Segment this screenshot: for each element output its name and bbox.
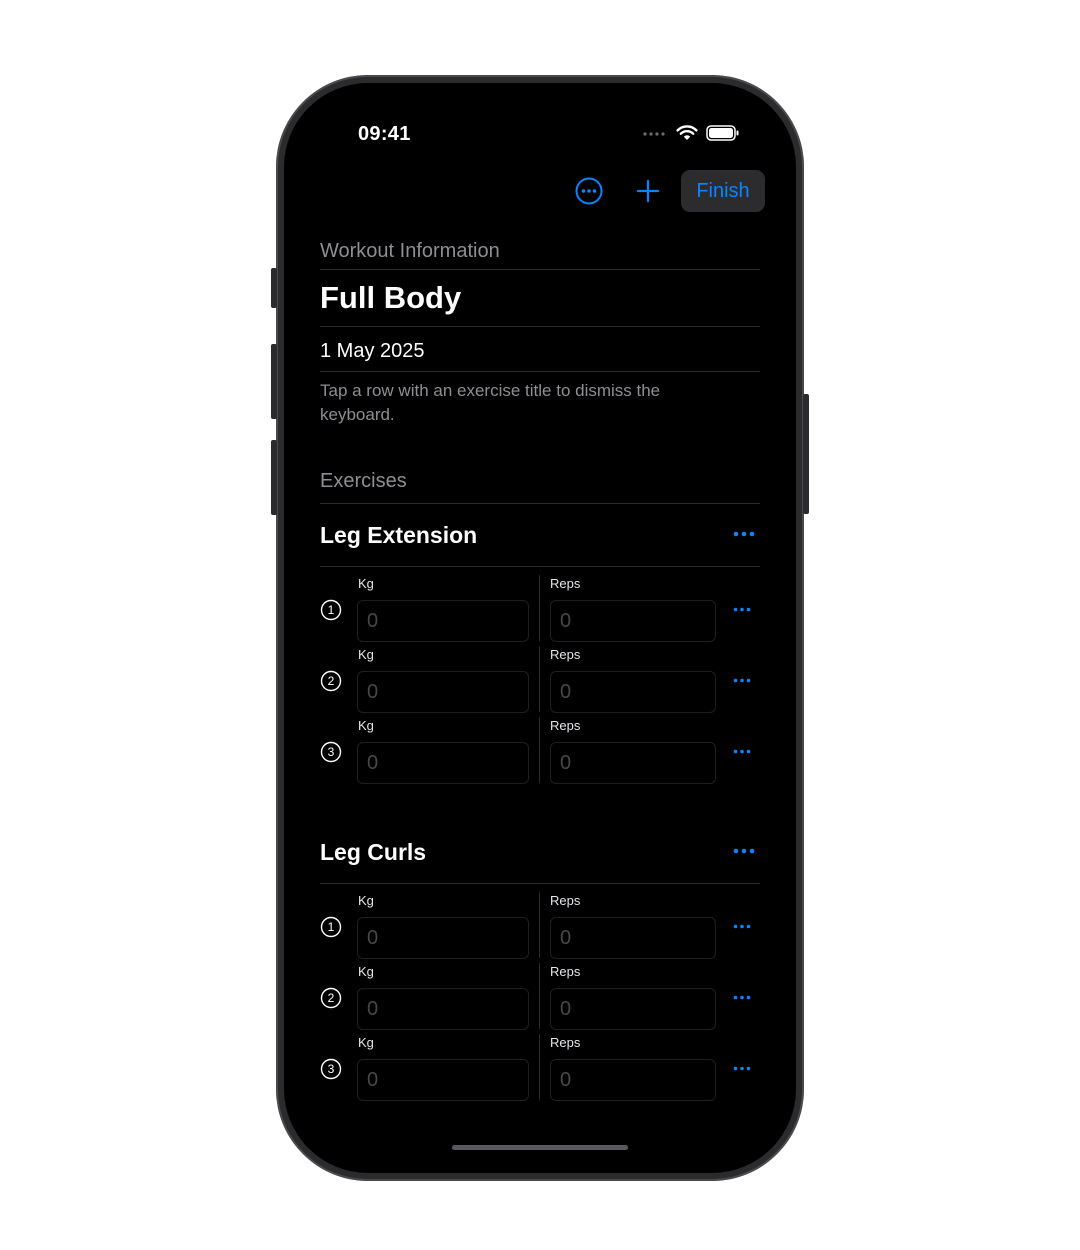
battery-icon (706, 125, 739, 141)
screen: 09:41 Finish Workout Information Full Bo… (284, 83, 796, 1173)
reps-label: Reps (550, 893, 581, 908)
exercise-title: Leg Curls (320, 839, 427, 865)
reps-input[interactable]: 0 (550, 671, 716, 713)
reps-input[interactable]: 0 (550, 742, 716, 784)
exercise-card: Leg Curls 1 Kg 0 Reps 0 2 Kg 0 Reps 0 3 … (320, 821, 760, 1101)
exercise-card: Leg Extension 1 Kg 0 Reps 0 2 Kg 0 Reps … (320, 504, 760, 784)
set-number-3-icon: 3 (320, 741, 342, 763)
wifi-icon (676, 125, 698, 140)
set-more-button[interactable] (732, 1058, 752, 1078)
kg-label: Kg (358, 718, 374, 733)
ellipsis-icon (733, 848, 755, 854)
kg-input[interactable]: 0 (357, 917, 529, 959)
reps-label: Reps (550, 647, 581, 662)
kg-label: Kg (358, 647, 374, 662)
kg-input[interactable]: 0 (357, 1059, 529, 1101)
set-number: 3 (328, 1062, 335, 1076)
kg-label: Kg (358, 964, 374, 979)
column-divider (539, 963, 540, 1029)
workout-date-field[interactable]: 1 May 2025 (320, 327, 760, 371)
status-icons (642, 125, 740, 141)
exercises-header: Exercises (320, 470, 407, 492)
action-button (271, 268, 277, 308)
kg-label: Kg (358, 893, 374, 908)
set-more-button[interactable] (732, 916, 752, 936)
more-options-button[interactable] (568, 170, 610, 212)
reps-label: Reps (550, 1035, 581, 1050)
ellipsis-icon (733, 924, 751, 928)
set-row: 2 Kg 0 Reps 0 (320, 638, 760, 713)
set-number: 2 (328, 991, 335, 1005)
set-row: 3 Kg 0 Reps 0 (320, 709, 760, 784)
reps-label: Reps (550, 576, 581, 591)
reps-input[interactable]: 0 (550, 988, 716, 1030)
set-row: 3 Kg 0 Reps 0 (320, 1026, 760, 1101)
add-exercise-button[interactable] (627, 170, 669, 212)
set-row: 1 Kg 0 Reps 0 (320, 567, 760, 642)
column-divider (539, 892, 540, 958)
plus-icon (636, 179, 660, 203)
workout-info-header: Workout Information (320, 240, 500, 262)
ellipsis-icon (733, 678, 751, 682)
exercise-header-row[interactable]: Leg Extension (320, 504, 760, 566)
kg-label: Kg (358, 576, 374, 591)
column-divider (539, 717, 540, 783)
set-row: 1 Kg 0 Reps 0 (320, 884, 760, 959)
set-number-1-icon: 1 (320, 599, 342, 621)
set-number: 2 (328, 674, 335, 688)
ellipsis-icon (733, 607, 751, 611)
volume-down-button (271, 440, 277, 515)
set-number: 1 (328, 603, 335, 617)
column-divider (539, 1034, 540, 1100)
toolbar: Finish (284, 170, 796, 212)
set-number: 3 (328, 745, 335, 759)
set-number-3-icon: 3 (320, 1058, 342, 1080)
set-more-button[interactable] (732, 599, 752, 619)
reps-input[interactable]: 0 (550, 917, 716, 959)
set-number-2-icon: 2 (320, 987, 342, 1009)
finish-button[interactable]: Finish (681, 170, 765, 212)
workout-title-field[interactable]: Full Body (320, 270, 760, 326)
status-time: 09:41 (358, 123, 411, 145)
kg-input[interactable]: 0 (357, 988, 529, 1030)
cellular-signal-icon (643, 132, 665, 136)
set-number-1-icon: 1 (320, 916, 342, 938)
exercise-more-button[interactable] (732, 841, 756, 861)
exercise-more-button[interactable] (732, 524, 756, 544)
volume-up-button (271, 344, 277, 419)
exercise-title: Leg Extension (320, 522, 478, 548)
reps-input[interactable]: 0 (550, 600, 716, 642)
kg-input[interactable]: 0 (357, 742, 529, 784)
ellipsis-icon (733, 995, 751, 999)
kg-input[interactable]: 0 (357, 671, 529, 713)
home-indicator[interactable] (452, 1145, 628, 1150)
reps-input[interactable]: 0 (550, 1059, 716, 1101)
kg-label: Kg (358, 1035, 374, 1050)
set-number: 1 (328, 920, 335, 934)
reps-label: Reps (550, 964, 581, 979)
column-divider (539, 575, 540, 641)
workout-form: Workout Information Full Body 1 May 2025… (320, 233, 760, 1101)
set-row: 2 Kg 0 Reps 0 (320, 955, 760, 1030)
ellipsis-icon (733, 1066, 751, 1070)
power-button (803, 394, 809, 514)
ellipsis-icon (733, 531, 755, 537)
keyboard-hint-text: Tap a row with an exercise title to dism… (320, 381, 661, 424)
reps-label: Reps (550, 718, 581, 733)
kg-input[interactable]: 0 (357, 600, 529, 642)
column-divider (539, 646, 540, 712)
ellipsis-circle-icon (575, 177, 603, 205)
set-more-button[interactable] (732, 670, 752, 690)
set-more-button[interactable] (732, 987, 752, 1007)
exercise-header-row[interactable]: Leg Curls (320, 821, 760, 883)
ellipsis-icon (733, 749, 751, 753)
set-more-button[interactable] (732, 741, 752, 761)
set-number-2-icon: 2 (320, 670, 342, 692)
